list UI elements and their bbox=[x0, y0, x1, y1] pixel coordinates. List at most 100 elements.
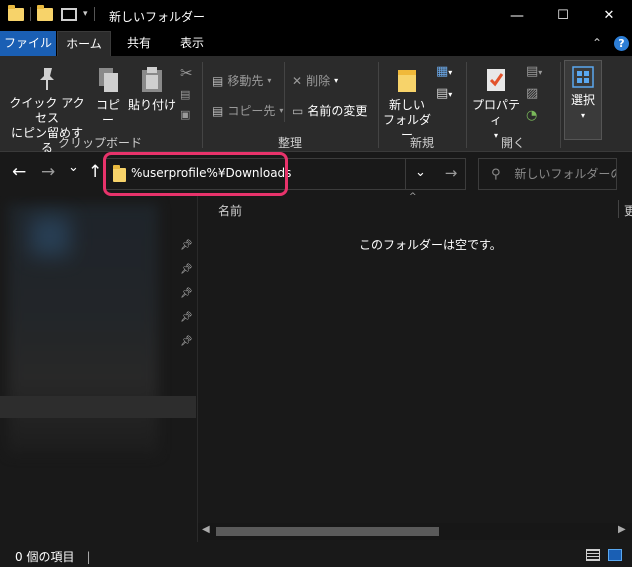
pin-icon[interactable]: 📌︎ bbox=[180, 240, 193, 251]
rename-label: 名前の変更 bbox=[307, 104, 368, 118]
copy-path-icon[interactable]: ▤ bbox=[180, 88, 190, 101]
rename-button[interactable]: ▭ 名前の変更 bbox=[292, 102, 367, 119]
tab-view[interactable]: 表示 bbox=[170, 31, 214, 56]
column-header-next[interactable]: 更 bbox=[624, 202, 632, 219]
up-button[interactable]: ↑ bbox=[88, 162, 102, 182]
pin-icon[interactable]: 📌︎ bbox=[180, 264, 193, 275]
selected-tree-item[interactable] bbox=[0, 396, 196, 418]
ribbon-divider bbox=[284, 62, 285, 122]
select-label: 選択 bbox=[570, 93, 595, 107]
ribbon-divider bbox=[560, 62, 561, 148]
copy-button[interactable]: コピー bbox=[92, 66, 124, 128]
move-to-icon: ▤ bbox=[212, 73, 224, 88]
item-count: 0 個の項目 | bbox=[15, 550, 91, 564]
search-box[interactable]: ⚲ 新しいフォルダーの... bbox=[478, 158, 617, 190]
folder-icon bbox=[8, 4, 24, 21]
open-icon[interactable]: ▤▾ bbox=[526, 64, 542, 79]
ribbon-divider bbox=[202, 62, 203, 148]
toolbar-divider bbox=[30, 7, 31, 21]
back-button[interactable]: ← bbox=[12, 162, 26, 182]
toolbar-divider bbox=[93, 7, 95, 21]
pin-icon[interactable]: 📌︎ bbox=[180, 336, 193, 347]
search-placeholder: 新しいフォルダーの... bbox=[514, 167, 616, 181]
new-folder-qa-icon[interactable] bbox=[61, 7, 77, 21]
pin-icon[interactable]: 📌︎ bbox=[180, 288, 193, 299]
ribbon-tabs: ファイル ホーム 共有 表示 ⌃ ? bbox=[0, 31, 632, 56]
close-button[interactable]: ✕ bbox=[586, 0, 632, 31]
rename-icon: ▭ bbox=[292, 103, 304, 118]
customize-toolbar-icon[interactable]: ▾ bbox=[83, 9, 88, 19]
paste-icon bbox=[142, 67, 162, 92]
tab-home[interactable]: ホーム bbox=[57, 31, 111, 56]
blurred-tree-icon bbox=[30, 216, 70, 256]
new-folder-icon bbox=[398, 70, 416, 92]
search-icon: ⚲ bbox=[491, 167, 501, 182]
title-bar: ▾ 新しいフォルダー — ☐ ✕ bbox=[0, 0, 632, 31]
minimize-button[interactable]: — bbox=[494, 0, 540, 31]
column-divider[interactable] bbox=[618, 200, 619, 218]
new-group-label: 新規 bbox=[409, 136, 434, 150]
history-icon[interactable]: ◔ bbox=[526, 108, 537, 123]
recent-locations-button[interactable]: ⌄ bbox=[68, 160, 79, 175]
new-folder-label-line1: 新しい bbox=[388, 98, 425, 112]
move-to-button[interactable]: ▤ 移動先 ▾ bbox=[212, 72, 271, 89]
organize-group-label: 整理 bbox=[277, 136, 302, 150]
new-item-icon[interactable]: ▦▾ bbox=[436, 64, 452, 79]
edit-icon[interactable]: ▨ bbox=[526, 86, 538, 101]
file-list[interactable]: ^ 名前 更 このフォルダーは空です。 ◀ ▶ bbox=[197, 192, 632, 542]
sort-caret-icon: ^ bbox=[409, 192, 417, 202]
new-folder-button[interactable]: 新しい フォルダー bbox=[382, 66, 432, 143]
properties-icon bbox=[487, 69, 505, 91]
address-dropdown-button[interactable]: ⌄ bbox=[405, 158, 435, 190]
address-highlight bbox=[103, 152, 288, 196]
clipboard-group-label: クリップボード bbox=[57, 136, 142, 150]
delete-button[interactable]: ✕ 削除 ▾ bbox=[292, 72, 338, 89]
dropdown-arrow-icon: ▾ bbox=[580, 111, 585, 120]
select-all-icon bbox=[572, 66, 594, 88]
pin-label-line1: クイック アクセス bbox=[9, 96, 85, 125]
ribbon: クイック アクセス にピン留めする コピー 貼り付け ✂ ▤ ▣ クリップボード… bbox=[0, 56, 632, 155]
pin-icon[interactable]: 📌︎ bbox=[180, 312, 193, 323]
large-icons-view-icon[interactable] bbox=[608, 549, 622, 561]
collapse-ribbon-icon[interactable]: ⌃ bbox=[592, 36, 602, 50]
properties-label: プロパティ bbox=[471, 98, 520, 127]
ribbon-divider bbox=[466, 62, 467, 148]
scroll-left-icon[interactable]: ◀ bbox=[202, 524, 210, 535]
move-to-label: 移動先 bbox=[227, 74, 264, 88]
forward-button[interactable]: → bbox=[41, 162, 55, 182]
dropdown-arrow-icon: ▾ bbox=[279, 106, 284, 115]
cut-icon[interactable]: ✂ bbox=[180, 64, 193, 82]
column-header-name[interactable]: 名前 bbox=[218, 202, 242, 219]
horizontal-scrollbar[interactable]: ◀ ▶ bbox=[198, 523, 632, 540]
ribbon-divider bbox=[378, 62, 379, 148]
delete-label: 削除 bbox=[306, 74, 331, 88]
copy-icon bbox=[99, 68, 118, 92]
dropdown-arrow-icon: ▾ bbox=[267, 76, 272, 85]
go-button[interactable]: → bbox=[436, 158, 466, 190]
properties-button[interactable]: プロパティ ▾ bbox=[470, 66, 522, 143]
paste-button[interactable]: 貼り付け bbox=[128, 66, 176, 113]
quick-access-toolbar: ▾ bbox=[8, 4, 97, 21]
delete-icon: ✕ bbox=[292, 73, 303, 88]
window-title: 新しいフォルダー bbox=[109, 10, 206, 24]
select-button[interactable]: 選択 ▾ bbox=[564, 60, 602, 140]
pin-icon bbox=[40, 68, 54, 90]
copy-to-label: コピー先 bbox=[227, 104, 276, 118]
tab-file[interactable]: ファイル bbox=[0, 31, 56, 56]
maximize-button[interactable]: ☐ bbox=[540, 0, 586, 31]
dropdown-arrow-icon: ▾ bbox=[334, 76, 339, 85]
tab-share[interactable]: 共有 bbox=[118, 31, 160, 56]
status-bar: 0 個の項目 | bbox=[0, 542, 632, 567]
navigation-pane[interactable]: 📌︎ 📌︎ 📌︎ 📌︎ 📌︎ bbox=[0, 196, 196, 542]
help-icon[interactable]: ? bbox=[614, 36, 629, 51]
scrollbar-thumb[interactable] bbox=[216, 527, 439, 536]
copy-to-icon: ▤ bbox=[212, 103, 224, 118]
open-group-label: 開く bbox=[500, 136, 525, 150]
copy-to-button[interactable]: ▤ コピー先 ▾ bbox=[212, 102, 283, 119]
properties-folder-icon[interactable] bbox=[37, 4, 53, 21]
paste-shortcut-icon[interactable]: ▣ bbox=[180, 108, 190, 121]
easy-access-icon[interactable]: ▤▾ bbox=[436, 86, 452, 101]
paste-label: 貼り付け bbox=[128, 98, 177, 112]
details-view-icon[interactable] bbox=[586, 549, 600, 561]
scroll-right-icon[interactable]: ▶ bbox=[618, 524, 626, 535]
